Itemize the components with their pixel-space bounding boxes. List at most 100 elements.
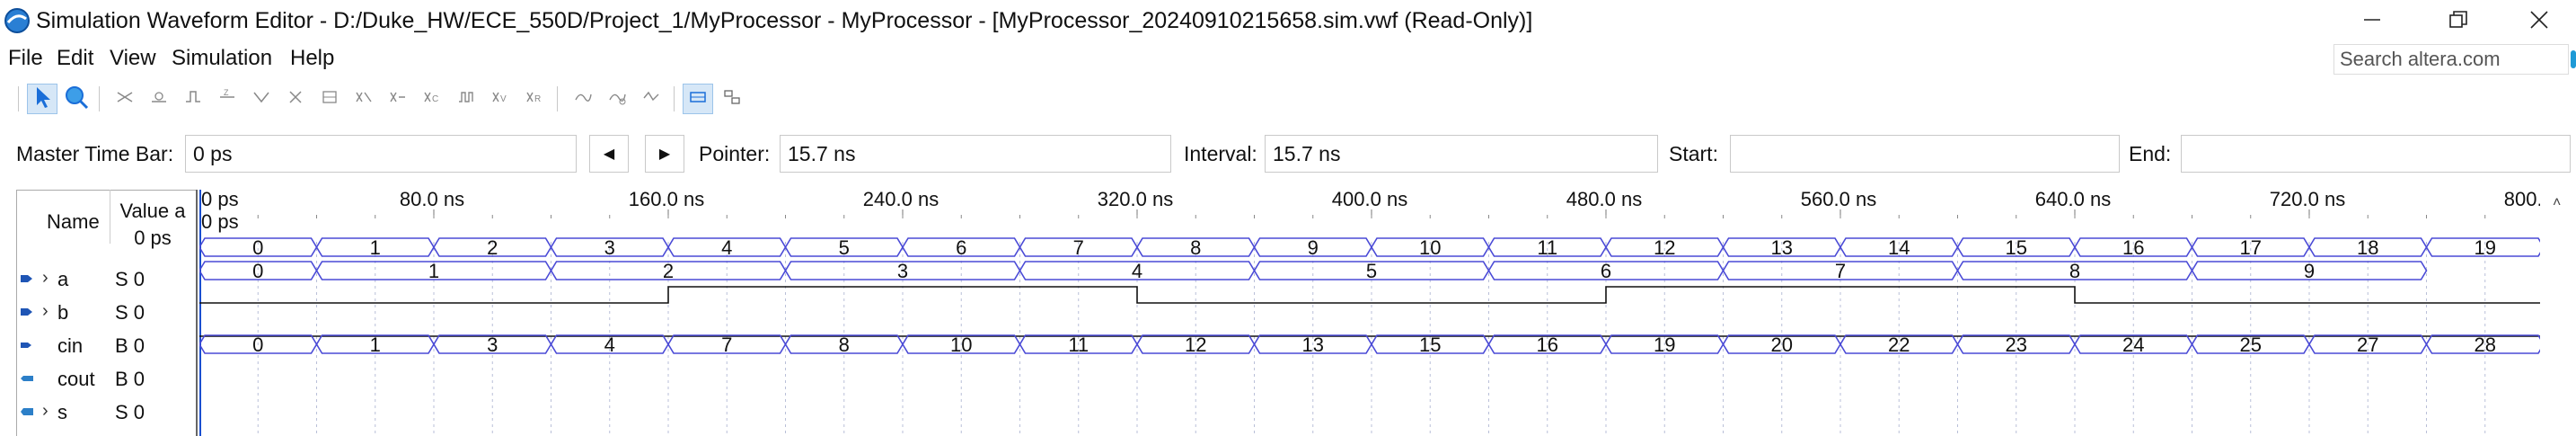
expand-chevron-icon[interactable]: › <box>42 301 49 322</box>
uninitialized-button[interactable] <box>110 84 140 114</box>
group-button[interactable] <box>717 84 747 114</box>
search-accent <box>2571 50 2576 68</box>
expand-chevron-icon[interactable]: › <box>42 268 49 289</box>
output-bus-icon <box>20 405 34 419</box>
weak-high-button[interactable] <box>314 84 345 114</box>
invert-button[interactable] <box>383 84 413 114</box>
signal-row-cin[interactable] <box>16 333 196 366</box>
wave-high-icon <box>183 87 203 111</box>
bus-a-value: 4 <box>721 236 732 259</box>
toolbar-separator <box>99 86 100 111</box>
weak-unknown-button[interactable] <box>246 84 277 114</box>
time-tick-label: 160.0 ns <box>629 190 704 210</box>
signal-name: s <box>57 401 67 423</box>
bus-s-value: 7 <box>721 334 732 356</box>
netlist-button[interactable] <box>636 84 666 114</box>
bus-a-value: 16 <box>2122 236 2144 259</box>
menu-help[interactable]: Help <box>290 43 334 74</box>
high-impedance-button[interactable]: Z <box>212 84 243 114</box>
bus-s-value: 1 <box>370 334 381 356</box>
interval-label: Interval: <box>1184 142 1257 165</box>
previous-transition-button[interactable]: ◀ <box>589 135 629 173</box>
close-icon <box>2529 10 2549 34</box>
start-field[interactable] <box>1730 135 2120 173</box>
vertical-scrollbar[interactable]: ˄ <box>2542 190 2576 436</box>
scroll-up-icon[interactable]: ˄ <box>2553 195 2561 211</box>
bus-a-value: 8 <box>1190 236 1201 259</box>
close-button[interactable] <box>2502 0 2576 43</box>
svg-text:Z: Z <box>224 88 229 97</box>
pointer-label: Pointer: <box>699 142 771 165</box>
input-bus-icon <box>20 271 34 286</box>
search-input[interactable]: Search altera.com <box>2333 44 2569 75</box>
pointer-field[interactable]: 15.7 ns <box>780 135 1171 173</box>
signal-name: b <box>57 301 69 324</box>
count-value-button[interactable]: C <box>417 84 447 114</box>
bus-b-value: 8 <box>2069 260 2080 282</box>
bus-a-value: 12 <box>1654 236 1675 259</box>
weak-low-button[interactable] <box>280 84 311 114</box>
forcing-high-button[interactable] <box>178 84 208 114</box>
functional-sim-button[interactable] <box>568 84 598 114</box>
simulate-functional-icon <box>573 87 593 111</box>
overwrite-clock-button[interactable] <box>451 84 481 114</box>
random-values-button[interactable]: R <box>519 84 550 114</box>
svg-text:C: C <box>432 94 438 104</box>
wave-low-icon <box>149 87 169 111</box>
signal-row-cout[interactable] <box>16 366 196 399</box>
wave-value-icon: V <box>490 87 510 111</box>
bus-a-value: 2 <box>487 236 498 259</box>
panel-divider <box>196 190 198 436</box>
bus-a-value: 3 <box>604 236 615 259</box>
interval-field[interactable]: 15.7 ns <box>1265 135 1658 173</box>
next-transition-button[interactable]: ▶ <box>645 135 684 173</box>
master-time-bar-field[interactable]: 0 ps <box>185 135 577 173</box>
menu-view[interactable]: View <box>110 43 156 74</box>
minimize-button[interactable] <box>2335 0 2409 43</box>
bus-b-value: 2 <box>663 260 674 282</box>
chevron-right-icon: ▶ <box>658 147 671 162</box>
dont-care-button[interactable] <box>348 84 379 114</box>
bus-s-value: 8 <box>839 334 850 356</box>
master-time-bar-label: Master Time Bar: <box>16 142 174 165</box>
menu-file[interactable]: File <box>8 43 43 74</box>
time-tick-label: 0 ps <box>201 190 239 210</box>
bus-s-value: 22 <box>1888 334 1910 356</box>
bus-s-value: 15 <box>1419 334 1441 356</box>
bus-s-value: 10 <box>950 334 972 356</box>
arbitrary-value-button[interactable]: V <box>485 84 516 114</box>
zoom-tool-button[interactable] <box>61 84 92 114</box>
bus-b-value: 1 <box>428 260 439 282</box>
time-tick-label: 800.0 ns <box>2504 190 2540 210</box>
waveform-canvas[interactable]: 0 ps 80.0 ns 160.0 ns 240.0 ns 320.0 ns 400.0… <box>199 190 2540 436</box>
time-origin-label: 0 ps <box>201 210 239 233</box>
pointer-arrow-icon <box>32 85 52 113</box>
signal-value: S 0 <box>115 401 146 423</box>
wave-hw-icon <box>320 87 340 111</box>
bus-s-value: 12 <box>1185 334 1206 356</box>
start-label: Start: <box>1669 142 1718 165</box>
menu-edit[interactable]: Edit <box>57 43 93 74</box>
bus-b-value: 6 <box>1601 260 1611 282</box>
snap-to-grid-button[interactable] <box>683 84 713 114</box>
wave-count-icon: C <box>422 87 442 111</box>
forcing-low-button[interactable] <box>144 84 174 114</box>
signal-name: cout <box>57 368 95 390</box>
time-tick-label: 240.0 ns <box>863 190 939 210</box>
wave-clock-icon <box>456 87 476 111</box>
app-logo-icon <box>4 7 31 34</box>
wave-xw-icon <box>251 87 271 111</box>
selection-tool-button[interactable] <box>27 84 57 114</box>
wave-lw-icon <box>286 87 305 111</box>
bus-s-value: 28 <box>2475 334 2496 356</box>
end-field[interactable] <box>2181 135 2571 173</box>
expand-chevron-icon[interactable]: › <box>42 401 49 422</box>
restore-button[interactable] <box>2422 0 2495 43</box>
bus-a-value: 19 <box>2475 236 2496 259</box>
cin-waveform <box>199 286 2540 304</box>
menu-simulation[interactable]: Simulation <box>172 43 272 74</box>
minimize-icon <box>2362 10 2382 34</box>
toolbar-separator <box>674 86 675 111</box>
timing-sim-button[interactable] <box>602 84 632 114</box>
bus-s-value: 27 <box>2357 334 2378 356</box>
